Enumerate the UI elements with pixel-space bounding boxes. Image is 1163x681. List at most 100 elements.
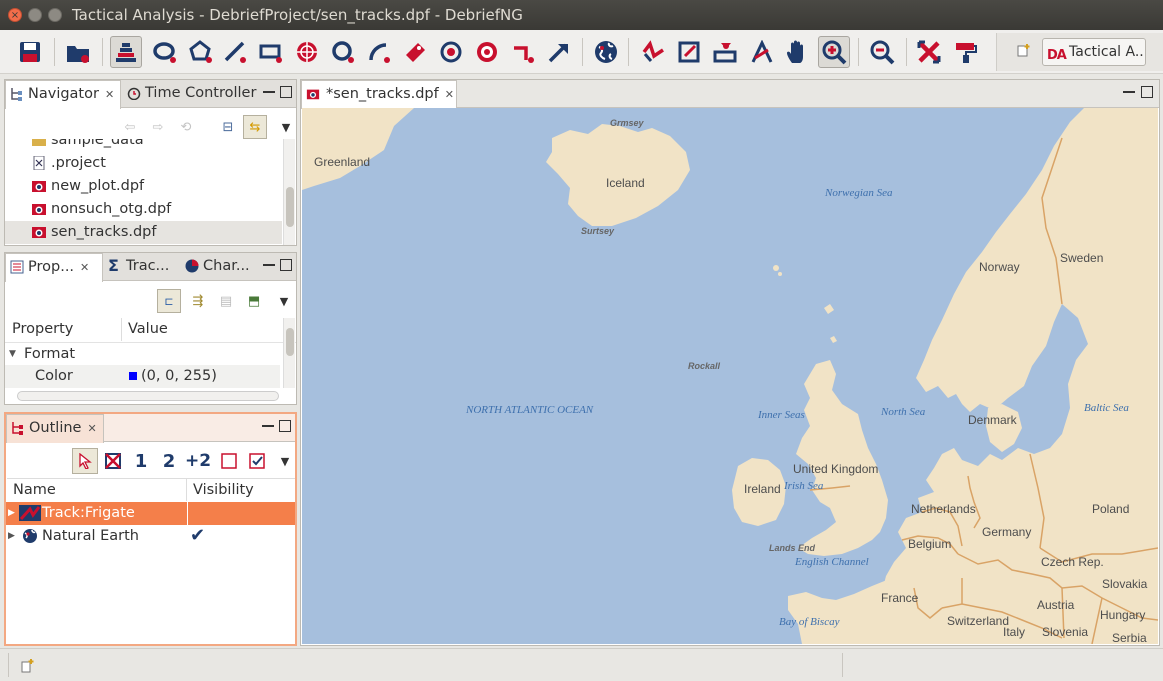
hide-checkbox-icon[interactable] bbox=[220, 452, 238, 470]
minimize-icon[interactable] bbox=[1123, 86, 1135, 93]
vector-icon[interactable] bbox=[508, 36, 540, 68]
fit-icon[interactable] bbox=[914, 36, 946, 68]
drag-feature-icon[interactable] bbox=[710, 36, 742, 68]
link-editor-icon[interactable]: ⇆ bbox=[243, 115, 267, 139]
maximize-icon[interactable] bbox=[280, 86, 292, 98]
close-icon[interactable]: ✕ bbox=[105, 88, 114, 101]
minimize-icon[interactable] bbox=[262, 420, 274, 427]
close-window-button[interactable]: × bbox=[8, 8, 22, 22]
drag-segment-icon[interactable] bbox=[638, 36, 670, 68]
maximize-icon[interactable] bbox=[1141, 86, 1153, 98]
globe-icon[interactable] bbox=[590, 36, 622, 68]
fast-view-icon[interactable] bbox=[20, 658, 36, 674]
outline-row-track[interactable]: ▶ Track:Frigate bbox=[6, 502, 295, 525]
up-icon[interactable]: ⟲ bbox=[177, 118, 195, 136]
close-icon[interactable]: ✕ bbox=[87, 422, 96, 435]
label-icon[interactable] bbox=[400, 36, 432, 68]
color-swatch bbox=[129, 372, 137, 380]
maximize-icon[interactable] bbox=[279, 420, 291, 432]
tab-properties[interactable]: Prop... ✕ bbox=[5, 253, 103, 282]
pin-icon[interactable]: ⬒ bbox=[245, 292, 263, 310]
restore-icon[interactable]: ▤ bbox=[217, 292, 235, 310]
paint-icon[interactable] bbox=[950, 36, 982, 68]
label-austria: Austria bbox=[1037, 598, 1075, 612]
list-item[interactable]: new_plot.dpf bbox=[5, 175, 282, 198]
rectangle-icon[interactable] bbox=[256, 36, 288, 68]
perspective-button[interactable]: DA Tactical A... bbox=[1042, 38, 1146, 66]
show-checkbox-icon[interactable] bbox=[248, 452, 266, 470]
measure-icon[interactable] bbox=[746, 36, 778, 68]
view-menu-icon[interactable]: ▼ bbox=[275, 292, 293, 310]
list-item[interactable]: sample_data bbox=[5, 139, 282, 152]
list-item[interactable]: .project bbox=[5, 152, 282, 175]
label-germany: Germany bbox=[982, 525, 1031, 539]
perspective-switcher: DA Tactical A... bbox=[996, 33, 1163, 71]
label-baltic-sea: Baltic Sea bbox=[1084, 402, 1129, 414]
map-svg[interactable]: Greenland Iceland Norway Sweden Denmark … bbox=[302, 108, 1158, 644]
sigma-icon: Σ bbox=[108, 256, 119, 275]
outline-row-natural-earth[interactable]: ▶ Natural Earth ✔ bbox=[6, 525, 295, 548]
column-header-visibility[interactable]: Visibility bbox=[187, 478, 295, 501]
polygon-icon[interactable] bbox=[186, 36, 218, 68]
range-rings-icon[interactable] bbox=[292, 36, 324, 68]
maximize-window-button[interactable] bbox=[48, 8, 62, 22]
ellipse-icon[interactable] bbox=[150, 36, 182, 68]
layers-icon[interactable] bbox=[110, 36, 142, 68]
new-plot-icon[interactable] bbox=[62, 36, 94, 68]
tab-navigator[interactable]: Navigator ✕ bbox=[5, 80, 121, 109]
line-icon[interactable] bbox=[220, 36, 252, 68]
tab-sen-tracks[interactable]: *sen_tracks.dpf ✕ bbox=[301, 80, 457, 109]
column-header-value[interactable]: Value bbox=[122, 318, 282, 341]
hide-all-icon[interactable] bbox=[104, 452, 122, 470]
map-canvas[interactable]: Greenland Iceland Norway Sweden Denmark … bbox=[302, 108, 1158, 644]
categories-icon[interactable]: ⊏ bbox=[157, 289, 181, 313]
circle-icon[interactable] bbox=[328, 36, 360, 68]
category-row[interactable]: ▼ Format bbox=[5, 342, 296, 365]
bearing-icon[interactable] bbox=[436, 36, 468, 68]
filter-icon[interactable]: ⇶ bbox=[189, 292, 207, 310]
tab-time-controller[interactable]: Time Controller bbox=[123, 80, 259, 108]
drag-point-icon[interactable] bbox=[674, 36, 706, 68]
expand-icon[interactable]: ▶ bbox=[8, 502, 15, 524]
tab-tracks[interactable]: Σ Trac... bbox=[104, 253, 180, 281]
label-denmark: Denmark bbox=[968, 413, 1018, 427]
minimize-window-button[interactable] bbox=[28, 8, 42, 22]
visibility-check-icon[interactable]: ✔ bbox=[190, 525, 205, 547]
label-united-kingdom: United Kingdom bbox=[793, 462, 878, 476]
expand-icon[interactable]: ▼ bbox=[9, 343, 16, 365]
pan-icon[interactable] bbox=[782, 36, 814, 68]
view-menu-icon[interactable]: ▼ bbox=[277, 118, 295, 136]
list-item-selected[interactable]: sen_tracks.dpf bbox=[5, 221, 282, 244]
property-row[interactable]: Color (0, 0, 255) bbox=[5, 365, 280, 388]
column-header-property[interactable]: Property bbox=[6, 318, 122, 341]
add-secondary-icon[interactable]: +2 bbox=[185, 451, 211, 471]
tab-outline[interactable]: Outline ✕ bbox=[6, 414, 104, 443]
forward-icon[interactable]: ⇨ bbox=[149, 118, 167, 136]
plot-file-icon bbox=[32, 204, 46, 215]
minimize-icon[interactable] bbox=[263, 86, 275, 93]
arrow-icon[interactable] bbox=[544, 36, 576, 68]
expand-icon[interactable]: ▶ bbox=[8, 525, 15, 547]
close-icon[interactable]: ✕ bbox=[80, 261, 89, 274]
properties-hscroll[interactable] bbox=[17, 391, 279, 401]
close-icon[interactable]: ✕ bbox=[445, 88, 454, 101]
list-item[interactable]: nonsuch_otg.dpf bbox=[5, 198, 282, 221]
arc-icon[interactable] bbox=[364, 36, 396, 68]
collapse-all-icon[interactable]: ⊟ bbox=[219, 118, 237, 136]
tab-charts[interactable]: Char... bbox=[181, 253, 259, 281]
navigator-scrollbar[interactable] bbox=[283, 139, 295, 245]
select-icon[interactable] bbox=[72, 448, 98, 474]
column-header-name[interactable]: Name bbox=[7, 478, 187, 501]
zoom-in-icon[interactable] bbox=[818, 36, 850, 68]
secondary-track-icon[interactable]: 2 bbox=[160, 451, 178, 472]
save-icon[interactable] bbox=[14, 36, 46, 68]
target-icon[interactable] bbox=[472, 36, 504, 68]
primary-track-icon[interactable]: 1 bbox=[132, 451, 150, 472]
back-icon[interactable]: ⇦ bbox=[121, 118, 139, 136]
zoom-out-icon[interactable] bbox=[866, 36, 898, 68]
open-perspective-icon[interactable] bbox=[1017, 43, 1031, 57]
maximize-icon[interactable] bbox=[280, 259, 292, 271]
minimize-icon[interactable] bbox=[263, 259, 275, 266]
properties-vscroll[interactable] bbox=[283, 318, 295, 388]
view-menu-icon[interactable]: ▼ bbox=[276, 452, 294, 470]
